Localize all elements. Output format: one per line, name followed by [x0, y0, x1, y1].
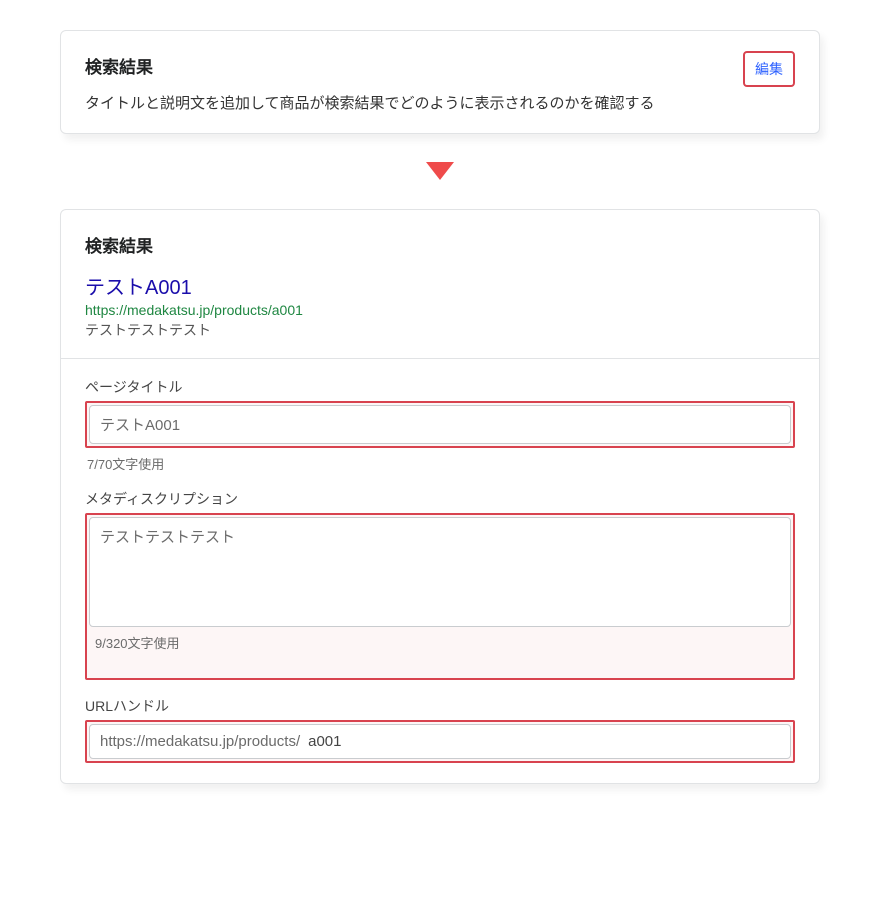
card-subtitle: タイトルと説明文を追加して商品が検索結果でどのように表示されるのかを確認する — [85, 92, 795, 113]
arrow-down-icon — [60, 162, 820, 185]
serp-url: https://medakatsu.jp/products/a001 — [85, 302, 795, 318]
meta-description-highlight: テストテストテスト 9/320文字使用 — [85, 513, 795, 680]
page-title-char-count: 7/70文字使用 — [87, 454, 795, 473]
serp-preview: テストA001 https://medakatsu.jp/products/a0… — [85, 271, 795, 340]
expanded-card-title: 検索結果 — [85, 232, 795, 257]
url-handle-prefix: https://medakatsu.jp/products/ — [100, 733, 300, 750]
meta-description-label: メタディスクリプション — [85, 489, 795, 509]
url-handle-input[interactable]: https://medakatsu.jp/products/ a001 — [89, 724, 791, 759]
divider — [61, 358, 819, 359]
meta-description-input[interactable]: テストテストテスト — [89, 517, 791, 627]
page-title-value: テストA001 — [100, 414, 180, 435]
edit-button[interactable]: 編集 — [743, 51, 795, 87]
url-handle-highlight: https://medakatsu.jp/products/ a001 — [85, 720, 795, 763]
page-title-label: ページタイトル — [85, 377, 795, 397]
url-handle-label: URLハンドル — [85, 696, 795, 716]
page-title-input[interactable]: テストA001 — [89, 405, 791, 444]
serp-title: テストA001 — [85, 271, 795, 300]
search-result-expanded-card: 検索結果 テストA001 https://medakatsu.jp/produc… — [60, 209, 820, 784]
page-title-highlight: テストA001 — [85, 401, 795, 448]
card-title: 検索結果 — [85, 53, 153, 78]
search-result-collapsed-card: 検索結果 編集 タイトルと説明文を追加して商品が検索結果でどのように表示されるの… — [60, 30, 820, 134]
meta-description-char-count: 9/320文字使用 — [95, 633, 791, 652]
serp-description: テストテストテスト — [85, 320, 795, 340]
meta-description-value: テストテストテスト — [100, 529, 235, 546]
url-handle-value: a001 — [308, 733, 341, 750]
card-header: 検索結果 編集 — [85, 51, 795, 92]
